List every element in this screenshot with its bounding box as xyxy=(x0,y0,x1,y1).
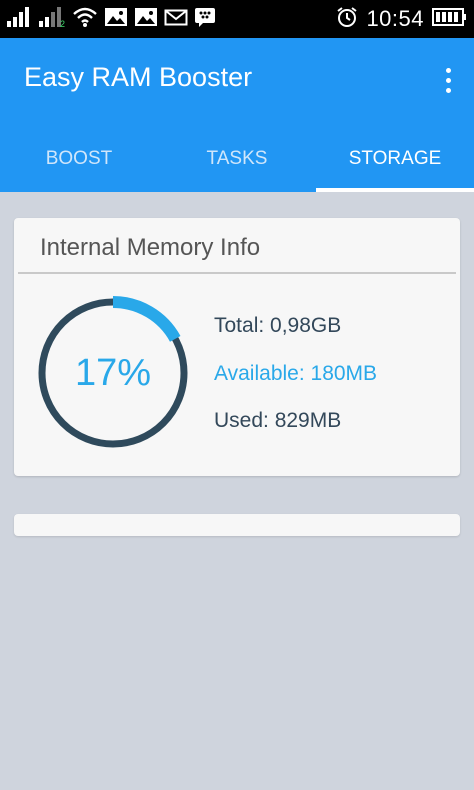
tab-boost[interactable]: BOOST xyxy=(0,134,158,192)
chat-icon xyxy=(194,6,216,33)
total-memory: Total: 0,98GB xyxy=(214,314,342,337)
tab-tasks[interactable]: TASKS xyxy=(158,134,316,192)
status-time: 10:54 xyxy=(366,6,424,31)
svg-text:2: 2 xyxy=(60,19,65,28)
battery-icon xyxy=(432,6,468,33)
available-memory: Available: 180MB xyxy=(214,362,378,385)
secondary-card xyxy=(14,514,460,536)
usage-percent: 17% xyxy=(74,351,152,394)
card-title: Internal Memory Info xyxy=(40,234,261,261)
wifi-icon xyxy=(72,6,98,33)
status-bar-right: 10:54 xyxy=(336,6,468,32)
used-memory: Used: 829MB xyxy=(214,409,342,432)
image-icon xyxy=(104,6,128,33)
status-bar: 2 10:54 xyxy=(0,0,474,38)
signal-icon-2: 2 xyxy=(38,6,66,33)
tab-bar: BOOST TASKS STORAGE xyxy=(0,134,474,192)
memory-info-card: Internal Memory Info 17% Total: 0,98GB A… xyxy=(14,218,460,476)
overflow-dot-icon xyxy=(445,87,451,93)
alarm-icon xyxy=(336,6,358,33)
image-icon xyxy=(134,6,158,33)
tab-storage[interactable]: STORAGE xyxy=(316,134,474,192)
email-icon xyxy=(164,6,188,33)
status-bar-left: 2 xyxy=(6,6,216,32)
overflow-dot-icon xyxy=(445,77,451,83)
app-bar: Easy RAM Booster BOOST TASKS STORAGE xyxy=(0,38,474,192)
app-title: Easy RAM Booster xyxy=(24,62,253,92)
overflow-menu-button[interactable] xyxy=(436,62,460,98)
card-divider xyxy=(18,272,456,274)
signal-icon xyxy=(6,6,32,33)
overflow-dot-icon xyxy=(445,67,451,73)
